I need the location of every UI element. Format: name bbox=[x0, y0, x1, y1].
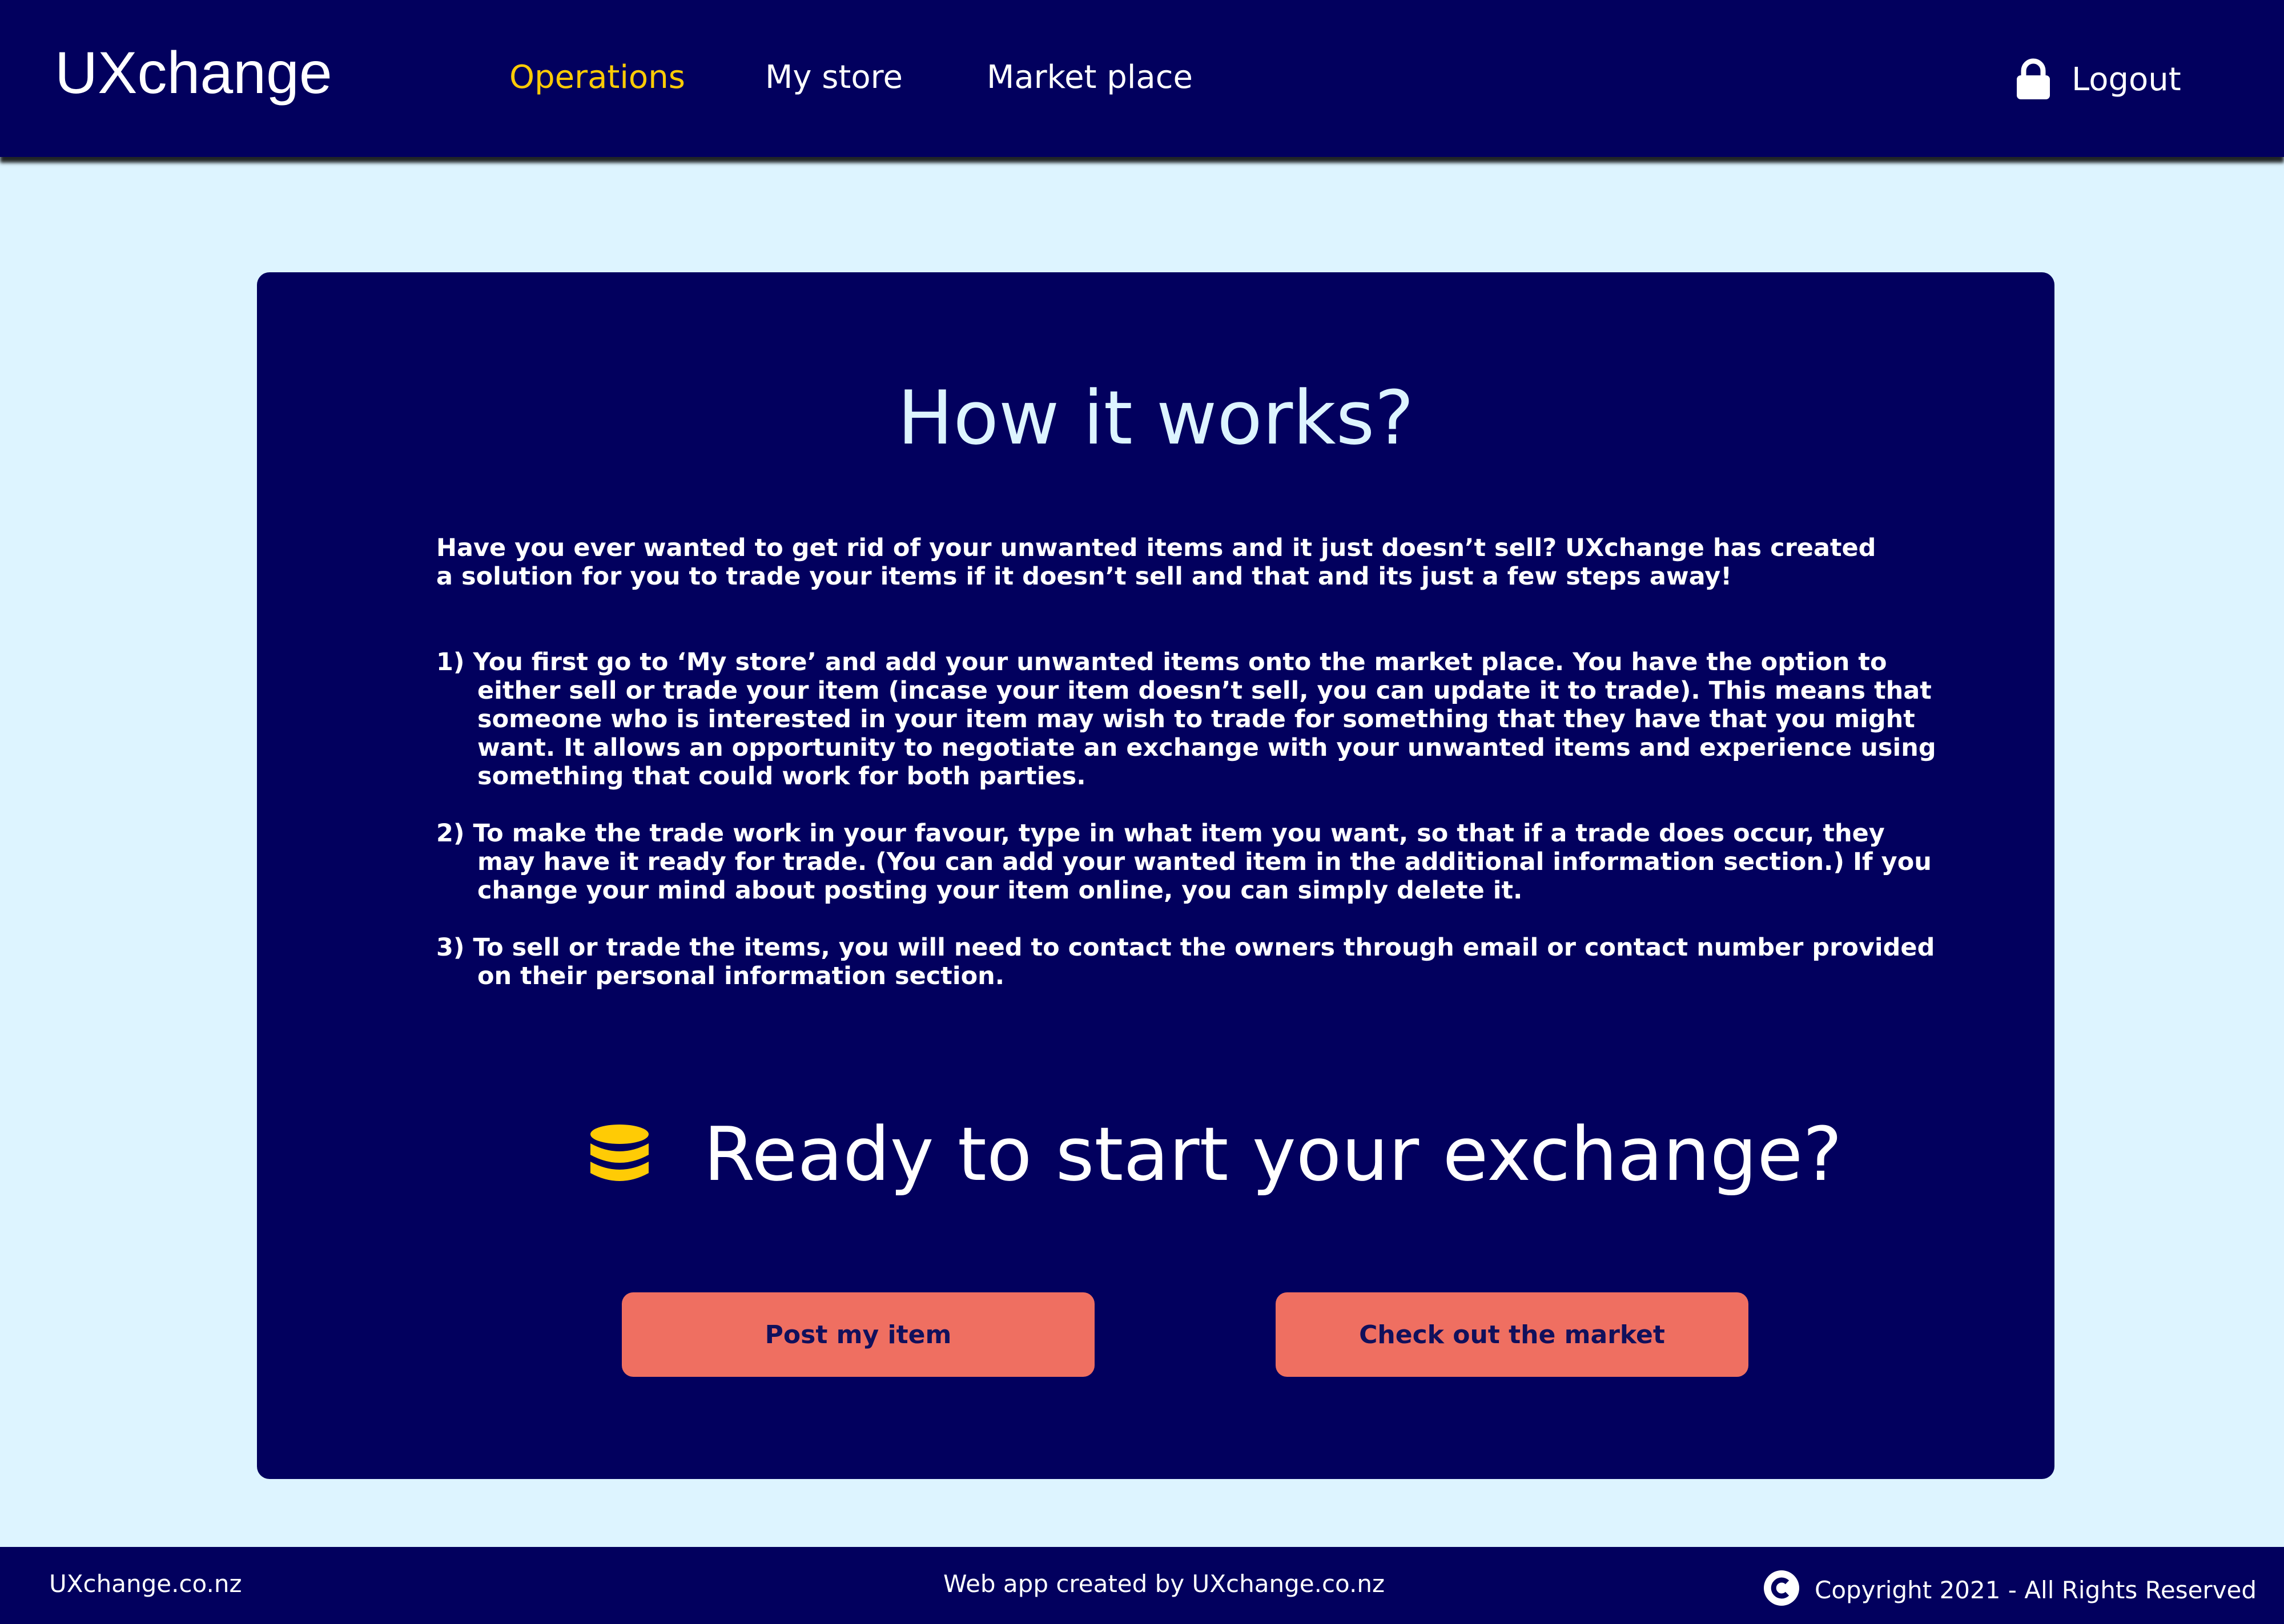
page-title: How it works? bbox=[897, 374, 1414, 461]
copyright-icon bbox=[1763, 1570, 1800, 1610]
post-my-item-button[interactable]: Post my item bbox=[622, 1292, 1095, 1377]
footer-credit: Web app created by UXchange.co.nz bbox=[943, 1570, 1385, 1598]
step-2: 2) To make the trade work in your favour… bbox=[436, 819, 1932, 905]
how-it-works-panel: How it works? Have you ever wanted to ge… bbox=[257, 272, 2054, 1479]
app-logo[interactable]: UXchange bbox=[55, 43, 332, 103]
lock-icon bbox=[2016, 58, 2051, 102]
copyright-text: Copyright 2021 - All Rights Reserved bbox=[1815, 1575, 2257, 1604]
step-1: 1) You first go to ‘My store’ and add yo… bbox=[436, 648, 1936, 791]
nav-operations[interactable]: Operations bbox=[509, 62, 685, 94]
footer: UXchange.co.nz Web app created by UXchan… bbox=[0, 1547, 2284, 1624]
logout-label: Logout bbox=[2072, 61, 2181, 98]
nav-market-place[interactable]: Market place bbox=[987, 62, 1193, 94]
coins-icon bbox=[590, 1124, 649, 1194]
footer-site: UXchange.co.nz bbox=[49, 1570, 242, 1598]
intro-paragraph: Have you ever wanted to get rid of your … bbox=[436, 534, 1876, 591]
cta-text: Ready to start your exchange? bbox=[703, 1111, 1843, 1198]
footer-copyright: Copyright 2021 - All Rights Reserved bbox=[1763, 1570, 2257, 1610]
top-nav-bar: UXchange Operations My store Market plac… bbox=[0, 0, 2284, 157]
cta-heading: Ready to start your exchange? bbox=[257, 1117, 2054, 1208]
step-3: 3) To sell or trade the items, you will … bbox=[436, 933, 1935, 990]
logout-button[interactable]: Logout bbox=[2016, 57, 2181, 103]
check-out-market-button[interactable]: Check out the market bbox=[1276, 1292, 1748, 1377]
nav-my-store[interactable]: My store bbox=[765, 62, 903, 94]
